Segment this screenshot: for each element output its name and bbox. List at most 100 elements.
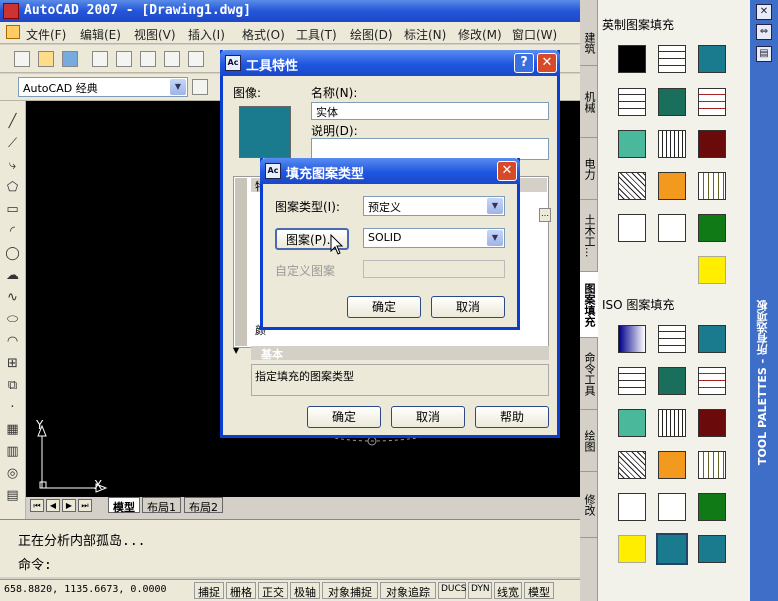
make-block-icon[interactable]: ⧉ <box>4 377 21 394</box>
name-field[interactable]: 实体 <box>311 102 549 120</box>
gradient-icon[interactable]: ▥ <box>4 443 21 460</box>
revcloud-icon[interactable]: ☁ <box>4 267 21 284</box>
prev-tab-icon[interactable]: ◀ <box>46 499 60 512</box>
collapse-icon[interactable]: ▼ <box>233 346 245 360</box>
hatch-brick-2[interactable] <box>618 88 646 116</box>
palette-properties-icon[interactable]: ▤ <box>756 46 772 62</box>
plot-icon[interactable] <box>92 51 108 67</box>
tab-mechanical[interactable]: 机械 <box>580 66 598 138</box>
hatch-solid-lightgreen[interactable] <box>618 130 646 158</box>
hatch-solid-maroon[interactable] <box>698 130 726 158</box>
menu-insert[interactable]: 插入(I) <box>188 26 225 43</box>
ok-button[interactable]: 确定 <box>347 296 421 318</box>
hatch-grid[interactable] <box>658 130 686 158</box>
hatch-brick-red[interactable] <box>698 88 726 116</box>
workspace-select[interactable]: AutoCAD 经典 ▼ <box>18 77 188 97</box>
arc-icon[interactable]: ◜ <box>4 223 21 240</box>
publish-icon[interactable] <box>140 51 156 67</box>
grid-toggle[interactable]: 栅格 <box>226 582 256 599</box>
hatch-solid-yellow[interactable] <box>698 256 726 284</box>
otrack-toggle[interactable]: 对象追踪 <box>380 582 436 599</box>
command-prompt[interactable]: 命令: <box>18 554 52 573</box>
iso-hatch-ar-conc[interactable] <box>618 493 646 521</box>
copy-icon[interactable] <box>188 51 204 67</box>
ok-button[interactable]: 确定 <box>307 406 381 428</box>
polar-toggle[interactable]: 极轴 <box>290 582 320 599</box>
dyn-toggle[interactable]: DYN <box>468 582 492 599</box>
iso-hatch-earth[interactable] <box>658 493 686 521</box>
iso-hatch-solid-orange[interactable] <box>658 451 686 479</box>
chevron-down-icon[interactable]: ▼ <box>170 79 186 95</box>
tab-hatches[interactable]: 图案填充 <box>580 272 598 338</box>
circle-icon[interactable]: ◯ <box>4 245 21 262</box>
ortho-toggle[interactable]: 正交 <box>258 582 288 599</box>
cut-icon[interactable] <box>164 51 180 67</box>
iso-hatch-solid-teal[interactable] <box>698 325 726 353</box>
spline-icon[interactable]: ∿ <box>4 289 21 306</box>
last-tab-icon[interactable]: ⏭ <box>78 499 92 512</box>
command-window[interactable]: 正在分析内部孤岛... 命令: <box>0 519 580 577</box>
region-icon[interactable]: ◎ <box>4 465 21 482</box>
cancel-button[interactable]: 取消 <box>431 296 505 318</box>
tab-layout1[interactable]: 布局1 <box>142 497 181 514</box>
menu-tools[interactable]: 工具(T) <box>296 26 337 43</box>
rectangle-icon[interactable]: ▭ <box>4 201 21 218</box>
hatch-solid-orange[interactable] <box>658 172 686 200</box>
menu-file[interactable]: 文件(F) <box>26 26 66 43</box>
basic-section-header[interactable]: 基本 <box>251 346 549 361</box>
iso-hatch-selected-teal[interactable] <box>656 533 688 565</box>
pattern-select[interactable]: SOLID ▼ <box>363 228 505 248</box>
iso-hatch-solid-yellow[interactable] <box>618 535 646 563</box>
ellipse-arc-icon[interactable]: ◠ <box>4 333 21 350</box>
iso-hatch-parquet[interactable] <box>698 451 726 479</box>
snap-toggle[interactable]: 捕捉 <box>194 582 224 599</box>
tab-model[interactable]: 模型 <box>108 497 140 514</box>
palette-autohide-icon[interactable]: ⇔ <box>756 24 772 40</box>
menu-view[interactable]: 视图(V) <box>134 26 176 43</box>
tab-architecture[interactable]: 建筑 <box>580 20 598 66</box>
iso-hatch-solid-brightgreen[interactable] <box>698 493 726 521</box>
next-tab-icon[interactable]: ▶ <box>62 499 76 512</box>
hatch-ar-conc[interactable] <box>618 214 646 242</box>
iso-hatch-solid-maroon[interactable] <box>698 409 726 437</box>
pattern-type-select[interactable]: 预定义 ▼ <box>363 196 505 216</box>
ellipsis-button[interactable]: … <box>539 208 551 222</box>
iso-hatch-solid-lightgreen[interactable] <box>618 409 646 437</box>
description-field[interactable] <box>311 138 549 160</box>
tab-command-tools[interactable]: 命令工具 <box>580 338 598 410</box>
palette-close-icon[interactable]: ✕ <box>756 4 772 20</box>
chevron-down-icon[interactable]: ▼ <box>487 230 503 246</box>
menu-dimension[interactable]: 标注(N) <box>404 26 446 43</box>
tab-modify[interactable]: 修改 <box>580 472 598 538</box>
polyline-icon[interactable]: ⤷ <box>4 157 21 174</box>
line-icon[interactable]: ╱ <box>4 113 21 130</box>
hatch-icon[interactable]: ▦ <box>4 421 21 438</box>
menu-window[interactable]: 窗口(W) <box>512 26 557 43</box>
ducs-toggle[interactable]: DUCS <box>438 582 467 599</box>
tab-draw[interactable]: 绘图 <box>580 410 598 472</box>
document-icon[interactable] <box>6 25 20 39</box>
iso-hatch-solid-teal-2[interactable] <box>698 535 726 563</box>
cancel-button[interactable]: 取消 <box>391 406 465 428</box>
hatch-solid-teal[interactable] <box>698 45 726 73</box>
iso-hatch-grid[interactable] <box>658 409 686 437</box>
polygon-icon[interactable]: ⬠ <box>4 179 21 196</box>
construction-line-icon[interactable]: ⟋ <box>4 135 21 152</box>
help-button[interactable]: 帮助 <box>475 406 549 428</box>
iso-hatch-brick-2[interactable] <box>618 367 646 395</box>
hatch-parquet[interactable] <box>698 172 726 200</box>
tab-electrical[interactable]: 电力 <box>580 138 598 200</box>
tab-layout2[interactable]: 布局2 <box>184 497 223 514</box>
save-icon[interactable] <box>62 51 78 67</box>
new-icon[interactable] <box>14 51 30 67</box>
iso-hatch-diagonal[interactable] <box>618 451 646 479</box>
close-icon[interactable]: ✕ <box>537 53 557 73</box>
first-tab-icon[interactable]: ⏮ <box>30 499 44 512</box>
close-icon[interactable]: ✕ <box>497 161 517 181</box>
preview-icon[interactable] <box>116 51 132 67</box>
hatch-diagonal[interactable] <box>618 172 646 200</box>
hatch-solid-brightgreen[interactable] <box>698 214 726 242</box>
menu-edit[interactable]: 编辑(E) <box>80 26 121 43</box>
iso-hatch-solid-green[interactable] <box>658 367 686 395</box>
grid-scrollbar[interactable] <box>235 178 247 346</box>
